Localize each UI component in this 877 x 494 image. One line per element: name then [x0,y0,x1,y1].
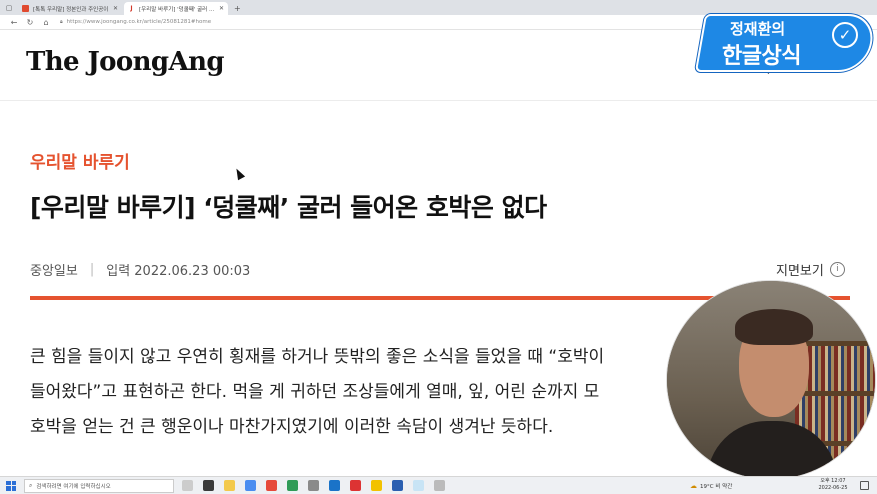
body-line: 호박을 얻는 건 큰 행운이나 마찬가지였기에 이러한 속담이 생겨난 듯하다. [30,417,554,437]
file-explorer-icon[interactable] [224,480,235,491]
home-icon[interactable]: ⌂ [38,18,54,27]
app-icon[interactable] [308,480,319,491]
info-icon[interactable]: i [829,262,845,277]
photos-icon[interactable] [413,480,424,491]
browser-tab-active[interactable]: J [우리말 바루기] '덩쿨째' 굴러 ... ✕ [124,2,228,15]
weather-text[interactable]: 19°C 비 약간 [700,482,732,490]
reload-icon[interactable]: ↻ [22,18,38,27]
joongang-favicon-icon: J [130,5,133,12]
tab-title: [우리말 바루기] '덩쿨째' 굴러 ... [139,6,215,13]
url-field[interactable]: 🔒︎ https://www.joongang.co.kr/article/25… [60,19,211,25]
badge-program-title: 한글상식 [722,44,801,69]
clock-time: 오후 12:07 [820,478,846,484]
tab-title: [톡톡 우리말] 정본인과 주인공이 [33,6,109,13]
kakaotalk-icon[interactable] [371,480,382,491]
notification-icon[interactable] [860,481,869,490]
article-meta: 중앙일보 | 입력 2022.06.23 00:03 [30,260,250,279]
task-view-icon[interactable] [182,480,193,491]
webcam-overlay [666,280,876,480]
media-icon[interactable] [350,480,361,491]
edge-icon[interactable] [329,480,340,491]
print-view-link[interactable]: 지면보기 i [776,260,845,279]
terminal-icon[interactable] [203,480,214,491]
article-body: 큰 힘을 들이지 않고 우연히 횡재를 하거나 뜻밖의 좋은 소식을 들었을 때… [30,340,690,445]
chrome-icon[interactable] [266,480,277,491]
tab-favicon-icon [22,5,29,12]
published-date: 입력 2022.06.23 00:03 [106,264,251,279]
tab-close-icon[interactable]: ✕ [219,5,224,12]
app-icon[interactable] [434,480,445,491]
back-icon[interactable]: ← [6,18,22,27]
channel-badge: 정재환의 한글상식 ✓ [694,14,877,72]
taskbar-search-placeholder: 검색하려면 여기에 입력하십시오 [36,483,111,490]
taskbar: ⌕ 검색하려면 여기에 입력하십시오 ☁ 19°C 비 약간 오후 12:07 … [0,476,877,494]
mail-icon[interactable] [245,480,256,491]
system-tray: ☁ 19°C 비 약간 [690,477,732,494]
tab-close-icon[interactable]: ✕ [113,5,118,12]
lock-icon: 🔒︎ [60,19,63,25]
taskbar-search-input[interactable]: ⌕ 검색하려면 여기에 입력하십시오 [24,478,174,493]
print-view-label: 지면보기 [776,264,824,279]
article-headline: [우리말 바루기] ‘덩쿨째’ 굴러 들어온 호박은 없다 [30,193,547,222]
excel-icon[interactable] [287,480,298,491]
mouse-cursor-icon [232,166,246,181]
new-tab-button[interactable]: + [234,2,241,15]
search-icon: ⌕ [29,481,33,489]
check-icon: ✓ [832,22,858,48]
browser-tab[interactable]: [톡톡 우리말] 정본인과 주인공이 ✕ [18,2,122,15]
browser-tab-strip: ▢ [톡톡 우리말] 정본인과 주인공이 ✕ J [우리말 바루기] '덩쿨째'… [0,0,877,15]
publisher-name: 중앙일보 [30,264,78,279]
weather-icon: ☁ [690,482,697,490]
section-label[interactable]: 우리말 바루기 [30,148,130,173]
body-line: 큰 힘을 들이지 않고 우연히 횡재를 하거나 뜻밖의 좋은 소식을 들었을 때… [30,347,605,367]
site-logo[interactable]: The JoongAng [26,47,225,77]
taskbar-clock[interactable]: 오후 12:07 2022-06-25 [818,478,848,492]
body-line: 들어왔다”고 표현하곤 한다. 먹을 게 귀하던 조상들에게 열매, 잎, 어린… [30,382,600,402]
window-menu-icon[interactable]: ▢ [0,0,18,15]
meta-divider: | [89,262,95,277]
start-icon[interactable] [4,479,18,493]
clock-date: 2022-06-25 [818,485,848,491]
pinned-apps [182,480,455,491]
badge-host-name: 정재환의 [730,20,786,38]
presenter-hair [735,309,813,345]
word-icon[interactable] [392,480,403,491]
url-text: https://www.joongang.co.kr/article/25081… [66,19,212,25]
